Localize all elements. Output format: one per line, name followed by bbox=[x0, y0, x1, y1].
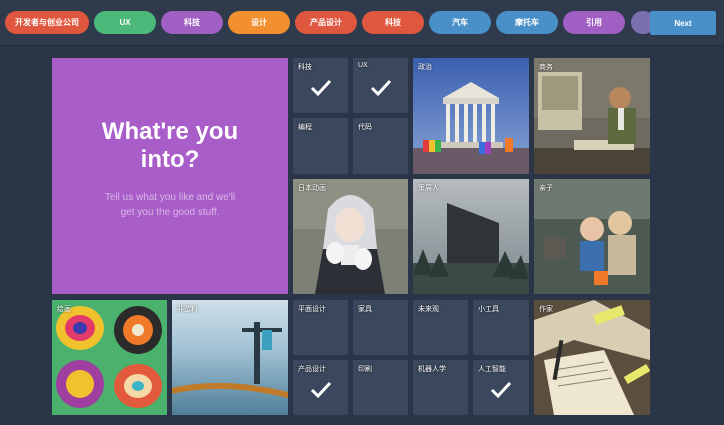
topic-bar: 开发者与创业公司 UX 科技 设计 产品设计 科技 汽车 摩托车 引用 Next bbox=[0, 0, 724, 46]
topic-pill-developers[interactable]: 开发者与创业公司 bbox=[5, 11, 89, 34]
topic-tile-furniture[interactable]: 家具 bbox=[353, 300, 408, 355]
tile-label: 绘画 bbox=[57, 306, 71, 313]
topic-tile-painting[interactable]: 绘画 bbox=[52, 300, 167, 415]
topic-pill-ux[interactable]: UX bbox=[94, 11, 156, 34]
tile-label: 机器人学 bbox=[418, 366, 446, 373]
tile-label: 代码 bbox=[358, 124, 372, 131]
tile-label: 未来观 bbox=[418, 306, 439, 313]
topic-pill-quotes[interactable]: 引用 bbox=[563, 11, 625, 34]
topic-tile-programming[interactable]: 编程 bbox=[293, 118, 348, 174]
topic-tile-anime[interactable]: 日本动画 bbox=[293, 179, 408, 294]
topic-tile-graphic-design[interactable]: 平面设计 bbox=[293, 300, 348, 355]
topic-pill-motorcycles[interactable]: 摩托车 bbox=[496, 11, 558, 34]
topic-tile-parenting[interactable]: 亲子 bbox=[534, 179, 650, 294]
topic-tile-writers[interactable]: 作家 bbox=[534, 300, 650, 415]
tile-label: 策展人 bbox=[418, 185, 439, 192]
topic-tile-ux[interactable]: UX bbox=[353, 58, 408, 113]
tile-label: 商务 bbox=[539, 64, 553, 71]
intro-subtitle: Tell us what you like and we'll get you … bbox=[104, 192, 236, 218]
topic-pill-design[interactable]: 设计 bbox=[228, 11, 290, 34]
topic-tile-ai[interactable]: 人工智能 bbox=[473, 360, 529, 415]
tile-label: 编程 bbox=[298, 124, 312, 131]
tile-label: 日本动画 bbox=[298, 185, 326, 192]
topic-pill-tech[interactable]: 科技 bbox=[161, 11, 223, 34]
topic-tile-robotics[interactable]: 机器人学 bbox=[413, 360, 468, 415]
non-plastic-image bbox=[172, 300, 288, 415]
parenting-image bbox=[534, 179, 650, 294]
topic-tile-code[interactable]: 代码 bbox=[353, 118, 408, 174]
painting-image bbox=[52, 300, 167, 415]
checkmark-icon bbox=[310, 80, 331, 97]
topic-tile-futurism[interactable]: 未来观 bbox=[413, 300, 468, 355]
topic-tile-tech[interactable]: 科技 bbox=[293, 58, 348, 113]
tile-label: 亲子 bbox=[539, 185, 553, 192]
curator-image bbox=[413, 179, 529, 294]
topic-pill-tech-2[interactable]: 科技 bbox=[362, 11, 424, 34]
topic-tile-gadgets[interactable]: 小工具 bbox=[473, 300, 529, 355]
tile-label: 政治 bbox=[418, 64, 432, 71]
writers-image bbox=[534, 300, 650, 415]
tile-label: 科技 bbox=[298, 64, 312, 71]
tile-label: 人工智能 bbox=[478, 366, 506, 373]
topic-pill-product-design[interactable]: 产品设计 bbox=[295, 11, 357, 34]
next-button[interactable]: Next bbox=[650, 11, 716, 35]
tile-label: 家具 bbox=[358, 306, 372, 313]
topic-pill-cars[interactable]: 汽车 bbox=[429, 11, 491, 34]
topic-tile-non-plastic[interactable]: 非塑料 bbox=[172, 300, 288, 415]
tile-label: 小工具 bbox=[478, 306, 499, 313]
tile-label: 印刷 bbox=[358, 366, 372, 373]
topic-tile-printing[interactable]: 印刷 bbox=[353, 360, 408, 415]
intro-title: What're you into? bbox=[101, 118, 239, 173]
checkmark-icon bbox=[490, 382, 512, 399]
checkmark-icon bbox=[370, 80, 391, 97]
topic-tile-business[interactable]: 商务 bbox=[534, 58, 650, 174]
topic-tile-product-design[interactable]: 产品设计 bbox=[293, 360, 348, 415]
business-image bbox=[534, 58, 650, 174]
anime-image bbox=[293, 179, 408, 294]
tile-label: 非塑料 bbox=[177, 306, 198, 313]
tile-label: 平面设计 bbox=[298, 306, 326, 313]
tile-label: 产品设计 bbox=[298, 366, 326, 373]
tile-label: UX bbox=[358, 62, 368, 69]
topic-tile-curator[interactable]: 策展人 bbox=[413, 179, 529, 294]
politics-image bbox=[413, 58, 529, 174]
tile-label: 作家 bbox=[539, 306, 553, 313]
intro-card: What're you into? Tell us what you like … bbox=[52, 58, 288, 294]
topic-tile-politics[interactable]: 政治 bbox=[413, 58, 529, 174]
checkmark-icon bbox=[310, 382, 331, 399]
